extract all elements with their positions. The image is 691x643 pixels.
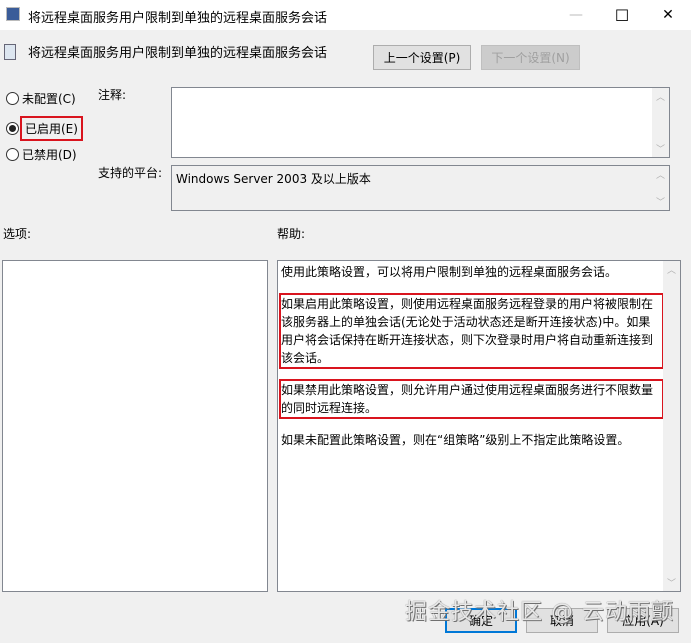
help-paragraph-disabled: 如果禁用此策略设置，则允许用户通过使用远程桌面服务进行不限数量的同时远程连接。 — [279, 379, 664, 419]
radio-label: 已启用(E) — [20, 116, 83, 141]
options-label: 选项: — [3, 227, 32, 241]
help-paragraph: 如果未配置此策略设置，则在“组策略”级别上不指定此策略设置。 — [281, 433, 630, 447]
radio-circle — [6, 122, 19, 135]
comment-textarea[interactable]: ︿ ﹀ — [171, 87, 670, 158]
help-pane: 使用此策略设置，可以将用户限制到单独的远程桌面服务会话。 如果启用此策略设置，则… — [277, 260, 681, 592]
close-button[interactable]: ✕ — [645, 0, 691, 30]
platform-value: Windows Server 2003 及以上版本 — [176, 172, 371, 186]
radio-circle — [6, 92, 19, 105]
help-paragraph-enabled: 如果启用此策略设置，则使用远程桌面服务远程登录的用户将被限制在该服务器上的单独会… — [279, 293, 664, 369]
platform-field: Windows Server 2003 及以上版本 ︿ ﹀ — [171, 165, 670, 211]
policy-title: 将远程桌面服务用户限制到单独的远程桌面服务会话 — [28, 46, 328, 61]
comment-label: 注释: — [98, 88, 127, 102]
radio-label: 未配置(C) — [22, 92, 76, 106]
radio-not-configured[interactable]: 未配置(C) — [6, 90, 76, 107]
scrollbar[interactable]: ︿ ﹀ — [652, 88, 669, 157]
app-icon — [6, 7, 20, 21]
options-pane — [2, 260, 268, 592]
watermark: 掘金技术社区 @ 云动雨颤 — [405, 600, 674, 625]
maximize-button[interactable]: ☐ — [599, 0, 645, 30]
radio-circle — [6, 148, 19, 161]
policy-icon — [4, 44, 16, 60]
help-label: 帮助: — [277, 227, 306, 241]
prev-setting-button[interactable]: 上一个设置(P) — [373, 45, 471, 70]
minimize-button[interactable]: — — [553, 0, 599, 30]
window-title: 将远程桌面服务用户限制到单独的远程桌面服务会话 — [28, 11, 328, 26]
platform-label: 支持的平台: — [98, 166, 163, 180]
radio-enabled[interactable]: 已启用(E) — [6, 116, 83, 141]
radio-disabled[interactable]: 已禁用(D) — [6, 146, 77, 163]
scrollbar[interactable]: ︿ ﹀ — [652, 166, 669, 210]
radio-label: 已禁用(D) — [22, 148, 77, 162]
title-bar: 将远程桌面服务用户限制到单独的远程桌面服务会话 — ☐ ✕ — [0, 0, 691, 30]
scrollbar[interactable]: ︿ ﹀ — [663, 261, 680, 591]
help-paragraph: 使用此策略设置，可以将用户限制到单独的远程桌面服务会话。 — [281, 265, 618, 279]
next-setting-button[interactable]: 下一个设置(N) — [481, 45, 580, 70]
